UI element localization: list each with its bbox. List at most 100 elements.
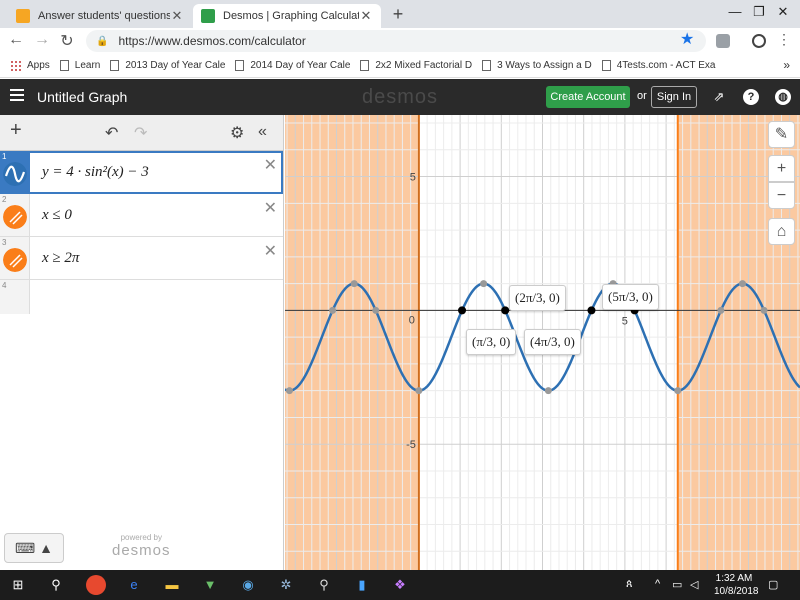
- delete-expression-icon[interactable]: ✕: [264, 155, 277, 175]
- notifications-icon[interactable]: ▢: [768, 578, 778, 591]
- keyboard-icon: ⌨: [15, 540, 36, 556]
- lock-icon: 🔒: [96, 35, 109, 47]
- expression-number: 3: [2, 238, 7, 247]
- extremum-point: [350, 280, 358, 288]
- bookmarks-bar: Apps Learn 2013 Day of Year Cale 2014 Da…: [0, 54, 800, 78]
- app-icon[interactable]: ❖: [390, 575, 410, 595]
- extremum-point: [544, 387, 552, 395]
- expression-math[interactable]: y = 4 · sin²(x) − 3: [30, 151, 149, 193]
- add-item-icon[interactable]: +: [10, 119, 22, 142]
- page-icon: [360, 60, 370, 71]
- graph-title[interactable]: Untitled Graph: [37, 89, 127, 105]
- collapse-panel-icon[interactable]: «: [258, 123, 267, 141]
- magnifier-icon[interactable]: ⚲: [314, 575, 334, 595]
- volume-icon[interactable]: ◁: [690, 578, 698, 591]
- new-tab-button[interactable]: +: [389, 4, 407, 24]
- extension-icon[interactable]: [716, 34, 730, 48]
- desmos-logo: desmos: [362, 86, 439, 108]
- home-view-icon[interactable]: ⌂: [768, 218, 795, 245]
- extremum-point: [415, 387, 423, 395]
- expression-toolbar: + ↶ ↷ ⚙ «: [0, 115, 283, 151]
- shade-style-icon[interactable]: [3, 205, 27, 229]
- extremum-point: [480, 280, 488, 288]
- menu-dots-icon[interactable]: ⋮: [774, 31, 794, 48]
- app-icon[interactable]: ✲: [276, 575, 296, 595]
- expression-row-2[interactable]: 2 x ≤ 0 ✕: [0, 194, 283, 237]
- chrome-icon[interactable]: [86, 575, 106, 595]
- intercept-point: [760, 306, 768, 314]
- undo-icon[interactable]: ↶: [105, 123, 118, 143]
- extremum-point: [674, 387, 682, 395]
- delete-expression-icon[interactable]: ✕: [264, 198, 277, 218]
- tab-close-icon[interactable]: ✕: [359, 8, 373, 24]
- shade-style-icon[interactable]: [3, 248, 27, 272]
- search-icon[interactable]: ⚲: [46, 575, 66, 595]
- help-icon[interactable]: ?: [743, 89, 759, 105]
- tray-chevron-icon[interactable]: ^: [655, 578, 660, 590]
- tab-close-icon[interactable]: ✕: [170, 8, 184, 24]
- apps-grid-icon: [10, 60, 21, 71]
- extremum-point: [738, 280, 746, 288]
- intercept-point: [717, 306, 725, 314]
- point-label[interactable]: (π/3, 0): [466, 329, 517, 355]
- url-bar[interactable]: 🔒 https://www.desmos.com/calculator: [86, 30, 706, 52]
- powered-by-desmos: powered by desmos: [112, 533, 171, 559]
- people-icon[interactable]: ጰ: [626, 578, 633, 591]
- expression-row-1[interactable]: 1 y = 4 · sin²(x) − 3 ✕: [0, 151, 283, 194]
- create-account-button[interactable]: Create Account: [546, 86, 630, 108]
- zoom-in-button[interactable]: +: [768, 155, 795, 182]
- hamburger-menu-icon[interactable]: [10, 89, 24, 101]
- tab-answer-questions[interactable]: Answer students' questions and i ✕: [8, 4, 192, 28]
- labeled-point: [458, 306, 467, 315]
- page-icon: [482, 60, 492, 71]
- back-icon[interactable]: ←: [6, 31, 26, 49]
- globe-icon[interactable]: ◍: [775, 89, 791, 105]
- expression-math[interactable]: x ≥ 2π: [30, 237, 79, 279]
- profile-icon[interactable]: [752, 34, 766, 48]
- expression-panel: + ↶ ↷ ⚙ « 1 y = 4 · sin²(x) − 3 ✕ 2 x ≤ …: [0, 115, 284, 570]
- system-clock[interactable]: 1:32 AM 10/8/2018: [714, 572, 759, 598]
- curve-style-icon[interactable]: [3, 162, 27, 186]
- store-icon[interactable]: ▼: [200, 575, 220, 595]
- keyboard-toggle-button[interactable]: ⌨ ▲: [4, 533, 64, 563]
- settings-gear-icon[interactable]: ⚙: [230, 123, 244, 143]
- delete-expression-icon[interactable]: ✕: [264, 241, 277, 261]
- file-explorer-icon[interactable]: ▬: [162, 575, 182, 595]
- expression-row-3[interactable]: 3 x ≥ 2π ✕: [0, 237, 283, 280]
- empty-expression-row[interactable]: 4: [0, 280, 283, 314]
- point-label[interactable]: (5π/3, 0): [602, 284, 659, 310]
- bookmark-learn[interactable]: Learn: [59, 60, 100, 71]
- ie-icon[interactable]: e: [124, 575, 144, 595]
- close-window-icon[interactable]: ✕: [770, 4, 796, 20]
- graph-settings-wrench-icon[interactable]: ✎: [768, 121, 795, 148]
- battery-icon[interactable]: ▭: [672, 578, 682, 591]
- redo-icon[interactable]: ↷: [134, 123, 147, 143]
- reload-icon[interactable]: ↻: [57, 31, 77, 51]
- tab-desmos[interactable]: Desmos | Graphing Calculator ✕: [193, 4, 381, 28]
- expression-math[interactable]: x ≤ 0: [30, 194, 72, 236]
- tab-title: Desmos | Graphing Calculator: [223, 10, 359, 22]
- bookmark-2014[interactable]: 2014 Day of Year Cale: [235, 60, 350, 71]
- page-icon: [601, 60, 611, 71]
- maximize-icon[interactable]: ❐: [746, 4, 772, 20]
- app-icon[interactable]: ◉: [238, 575, 258, 595]
- sign-in-button[interactable]: Sign In: [651, 86, 697, 108]
- share-icon[interactable]: ⇗: [711, 89, 727, 105]
- bookmark-2x2[interactable]: 2x2 Mixed Factorial D: [360, 60, 472, 71]
- bookmarks-more-button[interactable]: »: [783, 58, 790, 72]
- forward-icon[interactable]: →: [32, 31, 52, 49]
- bookmark-star-icon[interactable]: ★: [680, 29, 694, 49]
- point-label[interactable]: (4π/3, 0): [524, 329, 581, 355]
- point-label[interactable]: (2π/3, 0): [509, 285, 566, 311]
- bookmark-3ways[interactable]: 3 Ways to Assign a D: [482, 60, 592, 71]
- url-text: https://www.desmos.com/calculator: [118, 34, 306, 48]
- labeled-point: [587, 306, 596, 315]
- bookmark-2013[interactable]: 2013 Day of Year Cale: [110, 60, 225, 71]
- minimize-icon[interactable]: —: [722, 4, 748, 19]
- bookmark-apps[interactable]: Apps: [10, 60, 50, 71]
- app-icon[interactable]: ▮: [352, 575, 372, 595]
- bookmark-4tests[interactable]: 4Tests.com - ACT Exa: [601, 60, 716, 71]
- windows-start-icon[interactable]: ⊞: [8, 575, 28, 595]
- zoom-out-button[interactable]: −: [768, 182, 795, 209]
- intercept-point: [329, 306, 337, 314]
